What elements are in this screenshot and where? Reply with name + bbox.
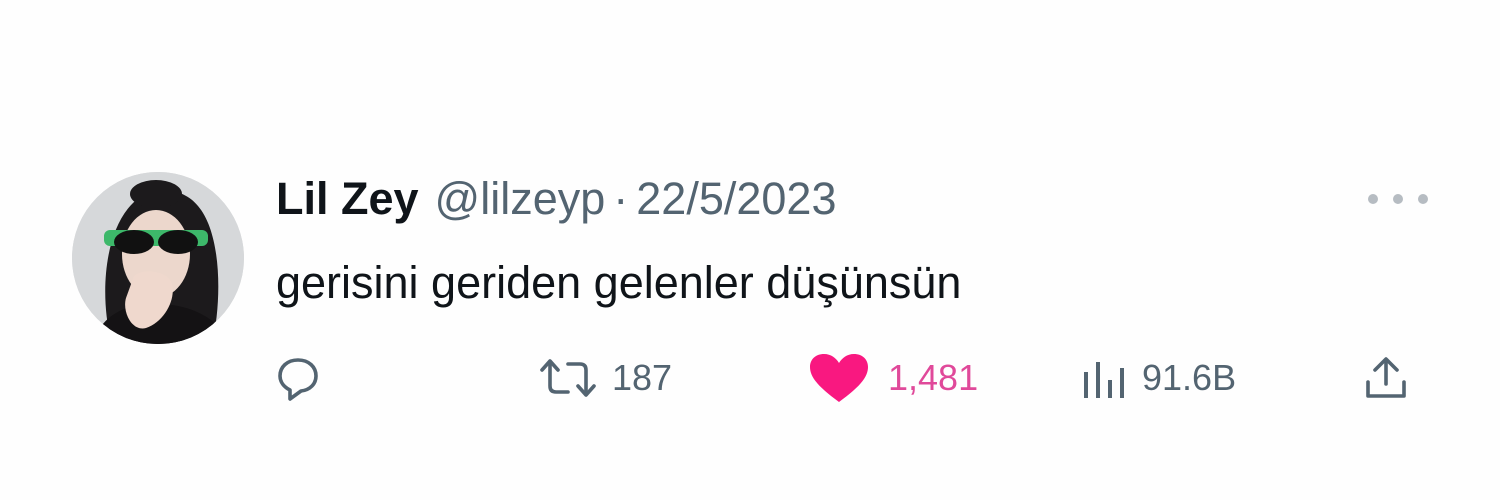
like-button[interactable]: 1,481 [808,350,978,406]
retweet-count: 187 [612,357,673,398]
display-name[interactable]: Lil Zey [276,173,419,225]
separator-dot: · [613,173,629,224]
retweet-button[interactable]: 187 [538,350,672,406]
like-count: 1,481 [888,357,979,398]
reply-bubble-icon [278,358,318,401]
avatar-image [72,172,244,344]
views-count: 91.6B [1142,357,1237,398]
user-handle[interactable]: @lilzeyp [435,173,606,225]
views-bar-chart-icon [1084,362,1124,398]
retweet-icon [540,359,596,397]
share-upload-icon [1366,357,1406,398]
views-button[interactable]: 91.6B [1080,350,1236,406]
heart-icon [810,354,868,402]
tweet-date[interactable]: 22/5/2023 [636,173,836,225]
more-dots-icon[interactable] [1368,186,1428,212]
tweet-text: gerisini geriden gelenler düşünsün [276,257,962,308]
reply-button[interactable] [276,350,320,406]
tweet-header: Lil Zey @lilzeyp · 22/5/2023 [276,168,836,230]
avatar[interactable] [72,172,244,344]
share-button[interactable] [1364,350,1408,406]
tweet-card[interactable]: Lil Zey @lilzeyp · 22/5/2023 gerisini ge… [0,0,1500,500]
